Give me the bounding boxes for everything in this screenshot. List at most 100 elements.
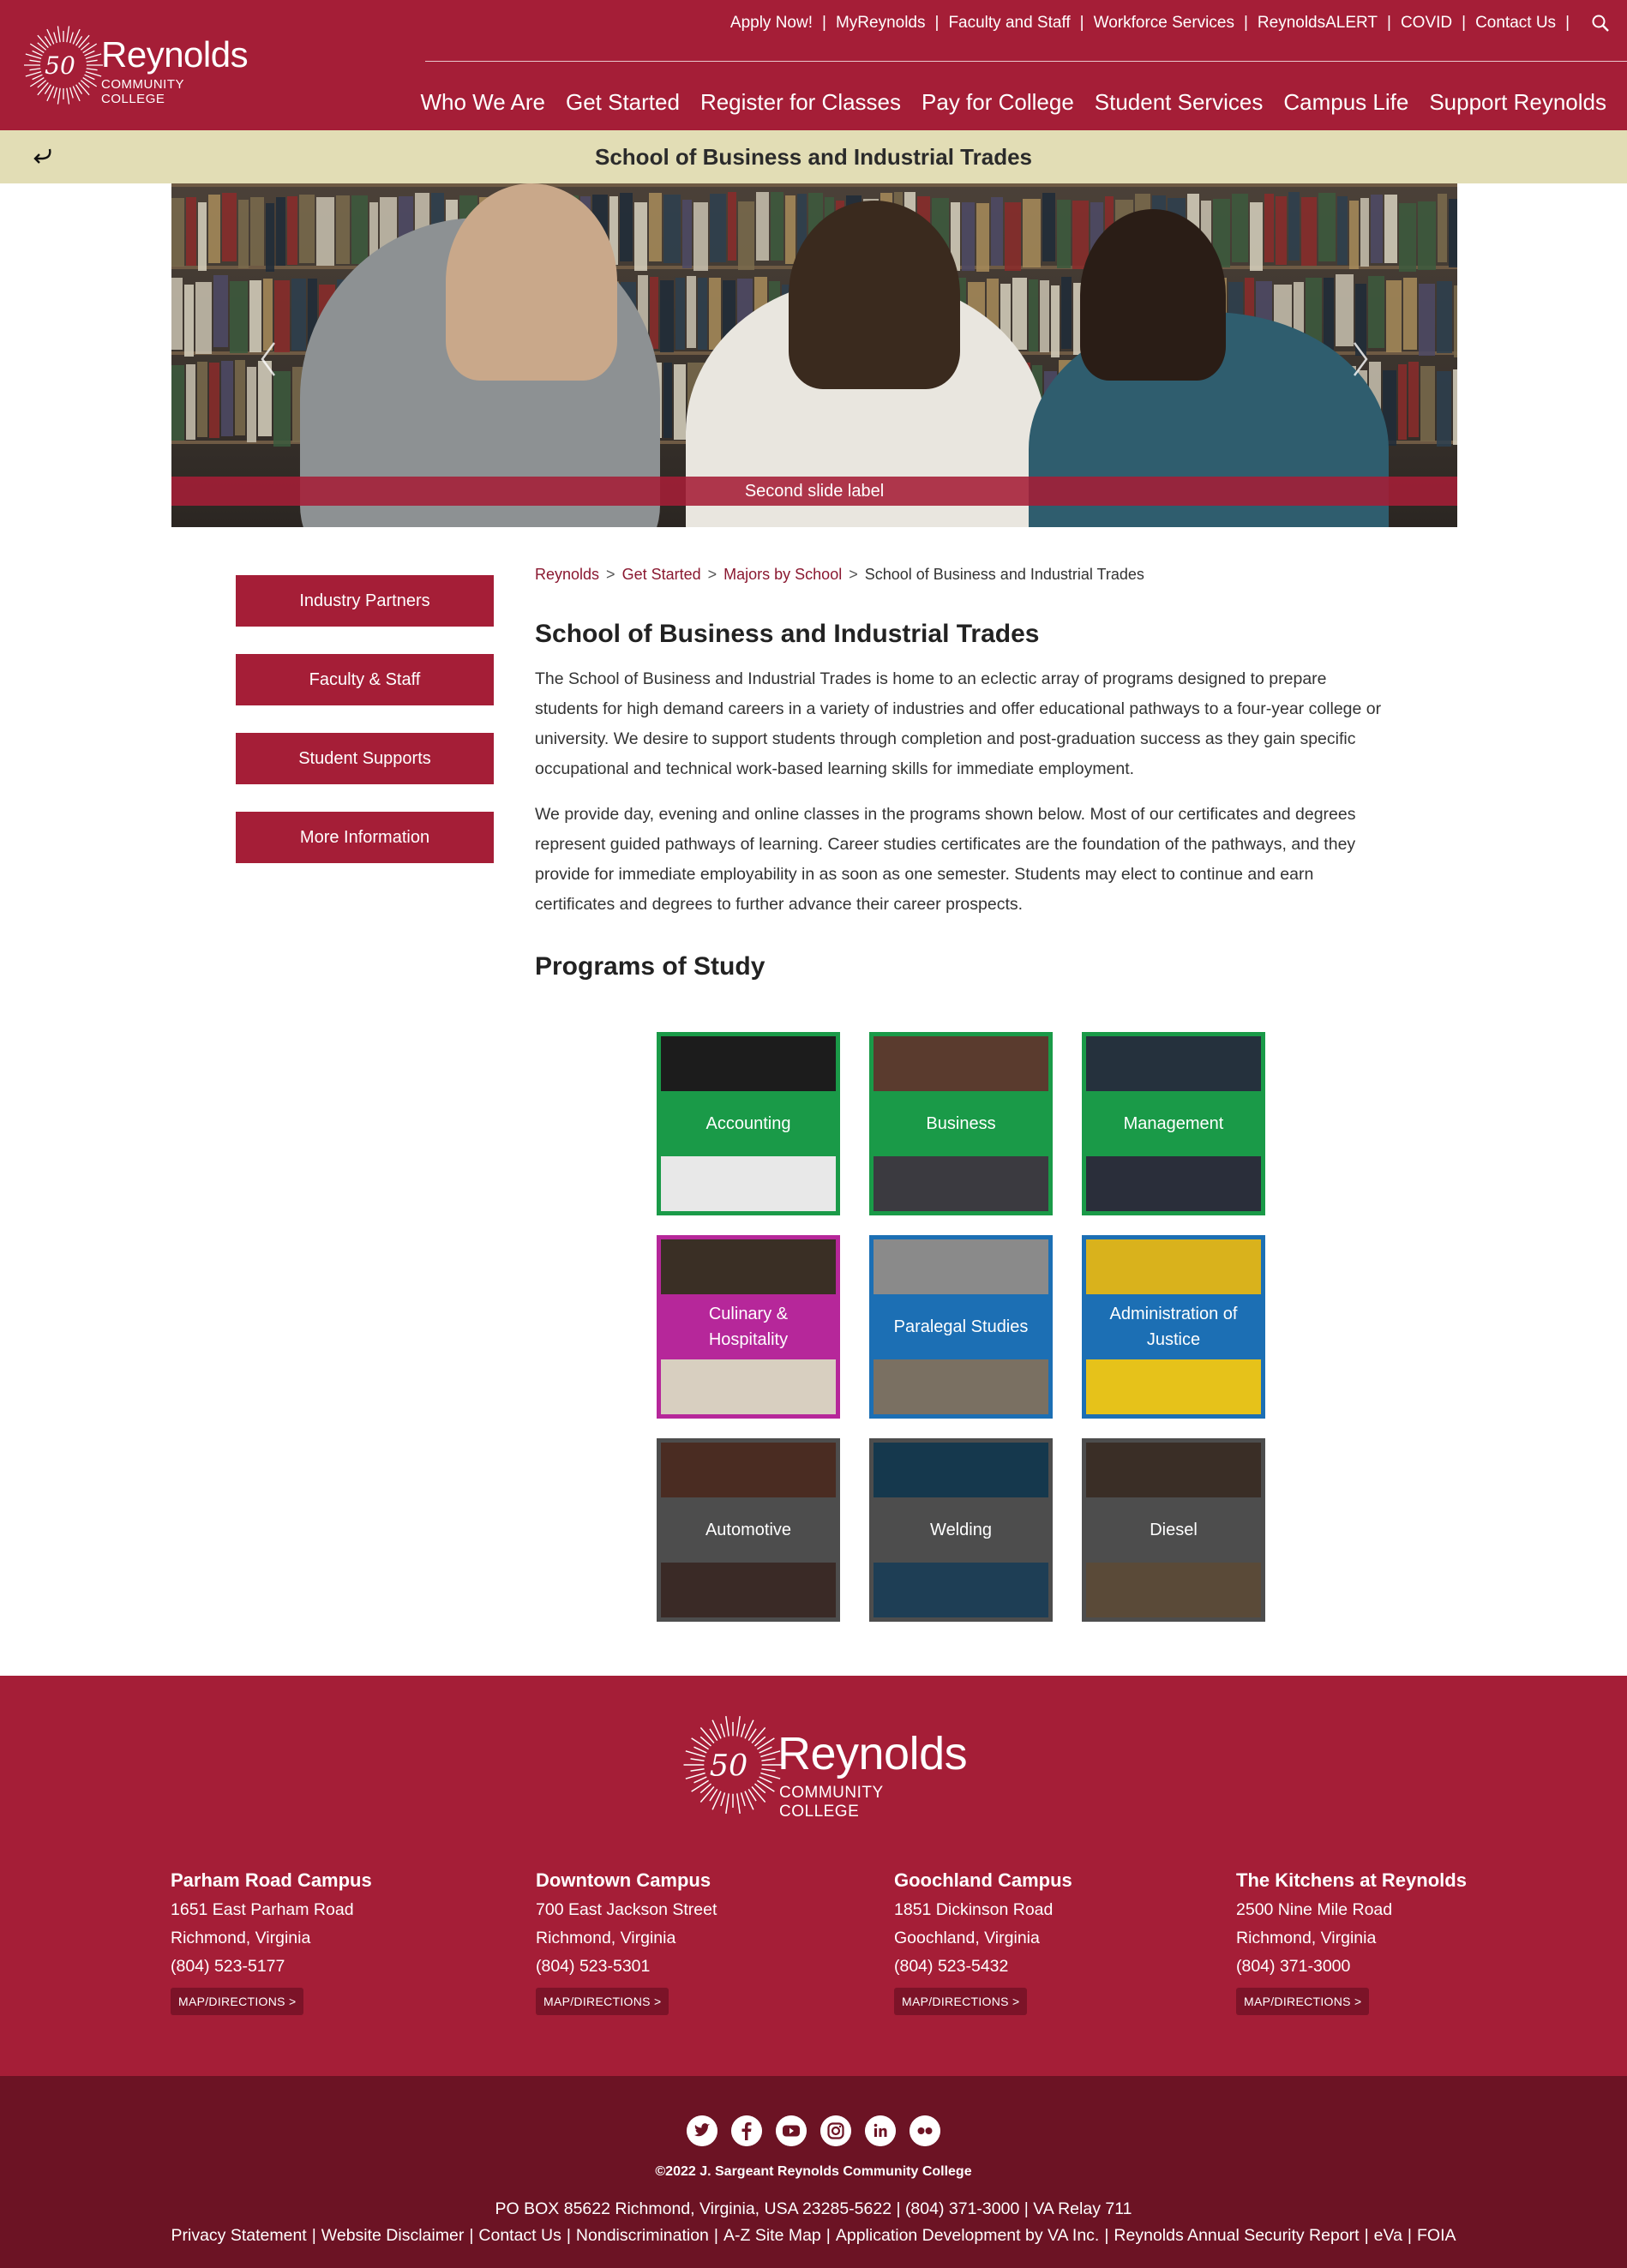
campus-phone[interactable]: (804) 523-5177 [171,1957,372,1977]
map-directions-button[interactable]: MAP/DIRECTIONS > [894,1988,1028,2015]
utility-link-apply[interactable]: Apply Now! [730,14,813,33]
utility-link-alert[interactable]: ReynoldsALERT [1258,14,1378,33]
programs-grid: Accounting Business Management Culinary & H… [657,1032,1265,1623]
chevron-right-icon[interactable] [1348,338,1373,381]
breadcrumb-get-started[interactable]: Get Started [622,566,701,583]
legal-link[interactable]: Privacy Statement [171,2226,306,2245]
program-tile[interactable]: Culinary & Hospitality [657,1235,840,1419]
search-icon[interactable] [1591,14,1610,33]
legal-link[interactable]: Contact Us [478,2226,561,2245]
more-information-button[interactable]: More Information [236,812,494,863]
footer-logo-subtitle: COMMUNITY COLLEGE [779,1784,884,1821]
footer-logo-name: Reynolds [777,1728,968,1779]
program-image [874,1443,1048,1497]
program-label: Welding [874,1497,1048,1563]
campus-city: Goochland, Virginia [894,1929,1040,1947]
campus-phone[interactable]: (804) 523-5432 [894,1957,1072,1977]
hero-image [171,183,1457,527]
nav-support[interactable]: Support Reynolds [1429,89,1606,116]
program-tile[interactable]: Welding [869,1438,1053,1622]
campus-name: Goochland Campus [894,1869,1072,1891]
header-divider [425,61,1627,62]
instagram-icon[interactable] [820,2115,851,2146]
intro-paragraph: The School of Business and Industrial Tr… [535,669,1382,778]
program-image [661,1443,836,1497]
legal-link[interactable]: Reynolds Annual Security Report [1114,2226,1359,2245]
map-directions-button[interactable]: MAP/DIRECTIONS > [171,1988,304,2015]
program-tile[interactable]: Paralegal Studies [869,1235,1053,1419]
campus-name: Downtown Campus [536,1869,711,1891]
industry-partners-button[interactable]: Industry Partners [236,575,494,627]
utility-link-workforce[interactable]: Workforce Services [1094,14,1234,33]
program-image [874,1156,1048,1211]
utility-link-contact[interactable]: Contact Us [1475,14,1556,33]
footer-logo-badge: 50 [710,1749,748,1784]
map-directions-button[interactable]: MAP/DIRECTIONS > [1236,1988,1370,2015]
facebook-icon[interactable] [731,2115,762,2146]
page-title: School of Business and Industrial Trades [535,620,1040,648]
mailing-address: PO BOX 85622 Richmond, Virginia, USA 232… [495,2199,1132,2218]
program-tile[interactable]: Management [1082,1032,1265,1215]
legal-links: Privacy Statement | Website Disclaimer | Con… [171,2226,1456,2245]
logo-badge: 50 [45,51,75,80]
utility-link-faculty-staff[interactable]: Faculty and Staff [948,14,1070,33]
section-bar: School of Business and Industrial Trades [0,130,1627,183]
hero-carousel[interactable]: Second slide label [171,183,1457,527]
program-label: Automotive [661,1497,836,1563]
legal-link[interactable]: Website Disclaimer [321,2226,465,2245]
footer-logo[interactable]: 50 Reynolds COMMUNITY COLLEGE [681,1713,968,1821]
utility-link-myreynolds[interactable]: MyReynolds [836,14,926,33]
program-tile[interactable]: Automotive [657,1438,840,1622]
chevron-left-icon[interactable] [255,338,281,381]
faculty-staff-button[interactable]: Faculty & Staff [236,654,494,705]
legal-link[interactable]: eVa [1374,2226,1402,2245]
legal-link[interactable]: A-Z Site Map [723,2226,821,2245]
nav-student-services[interactable]: Student Services [1095,89,1264,116]
program-image [874,1359,1048,1414]
linkedin-icon[interactable] [865,2115,896,2146]
main-nav: Who We Are Get Started Register for Clas… [421,89,1607,116]
legal-link[interactable]: Nondiscrimination [576,2226,709,2245]
program-label: Accounting [661,1091,836,1156]
site-logo[interactable]: 50 Reynolds COMMUNITY COLLEGE [22,24,249,106]
site-footer: 50 Reynolds COMMUNITY COLLEGE Parham Roa… [0,1676,1627,2076]
twitter-icon[interactable] [687,2115,717,2146]
student-supports-button[interactable]: Student Supports [236,733,494,784]
program-tile[interactable]: Business [869,1032,1053,1215]
section-title: School of Business and Industrial Trades [595,144,1032,170]
program-label: Management [1086,1091,1261,1156]
campus-street: 1651 East Parham Road [171,1900,354,1919]
program-image [1086,1036,1261,1091]
program-tile[interactable]: Administration of Justice [1082,1235,1265,1419]
program-tile[interactable]: Accounting [657,1032,840,1215]
campus-phone[interactable]: (804) 371-3000 [1236,1957,1467,1977]
nav-campus-life[interactable]: Campus Life [1283,89,1408,116]
campus-street: 700 East Jackson Street [536,1900,717,1919]
utility-link-covid[interactable]: COVID [1401,14,1452,33]
youtube-icon[interactable] [776,2115,807,2146]
program-image [874,1563,1048,1617]
program-image [661,1239,836,1294]
nav-pay[interactable]: Pay for College [922,89,1074,116]
nav-register[interactable]: Register for Classes [700,89,901,116]
map-directions-button[interactable]: MAP/DIRECTIONS > [536,1988,669,2015]
program-image [1086,1359,1261,1414]
program-image [1086,1156,1261,1211]
nav-get-started[interactable]: Get Started [566,89,680,116]
breadcrumb-current: School of Business and Industrial Trades [864,566,1144,583]
legal-link[interactable]: Application Development by VA Inc. [836,2226,1099,2245]
breadcrumb-majors[interactable]: Majors by School [723,566,842,583]
program-image [1086,1563,1261,1617]
flickr-icon[interactable] [910,2115,940,2146]
nav-who-we-are[interactable]: Who We Are [421,89,545,116]
program-tile[interactable]: Diesel [1082,1438,1265,1622]
logo-name: Reynolds [101,34,249,75]
classes-paragraph: We provide day, evening and online class… [535,805,1356,914]
sunburst-logo-icon: 50 [24,26,103,105]
breadcrumb-reynolds[interactable]: Reynolds [535,566,599,583]
campus-phone[interactable]: (804) 523-5301 [536,1957,717,1977]
program-image [661,1156,836,1211]
campus-kitchens: The Kitchens at Reynolds 2500 Nine Mile … [1236,1869,1467,2015]
program-label: Diesel [1086,1497,1261,1563]
legal-link[interactable]: FOIA [1417,2226,1456,2245]
